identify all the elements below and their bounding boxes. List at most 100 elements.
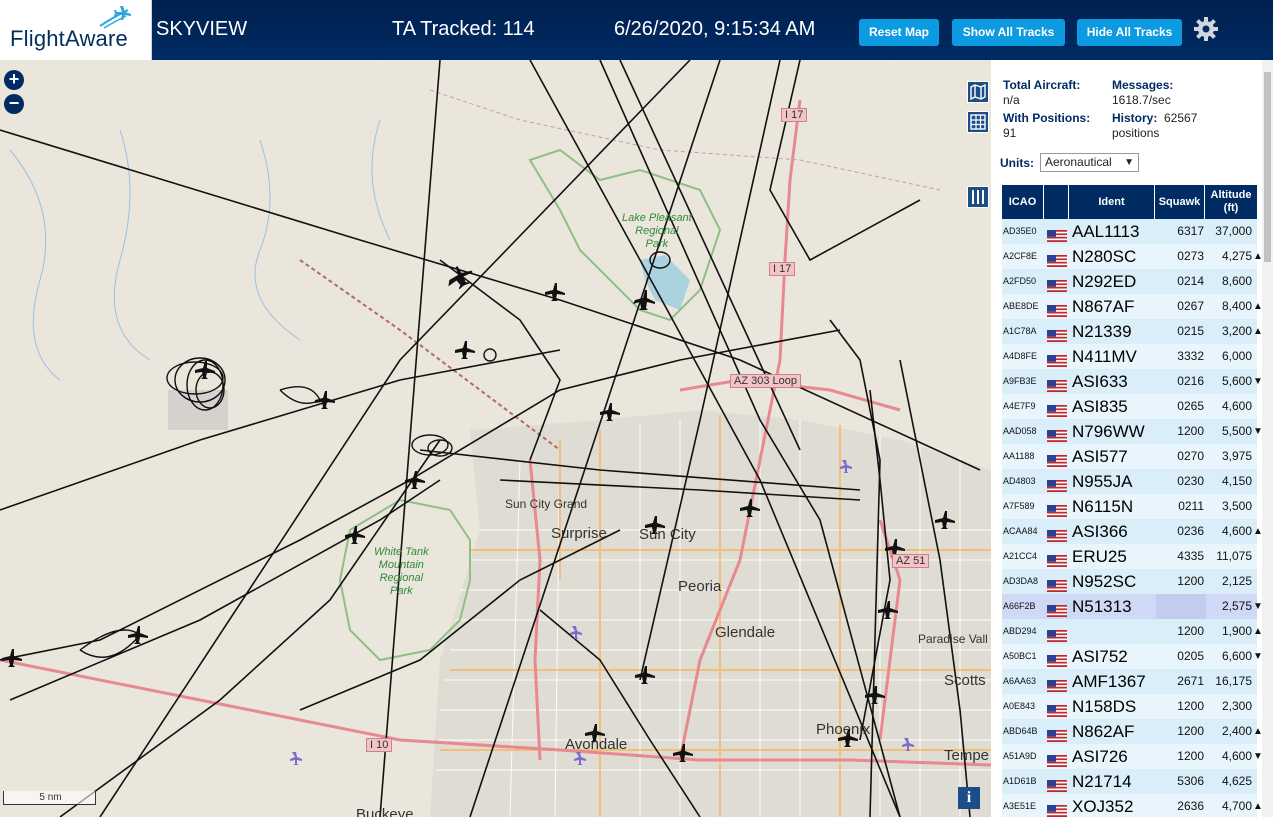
us-flag-icon xyxy=(1047,276,1067,292)
table-row[interactable]: A2CF8E N280SC 0273 4,275 ▲ xyxy=(1002,244,1263,269)
table-row[interactable]: A1D61B N21714 5306 4,625 xyxy=(1002,769,1257,794)
reset-map-button[interactable]: Reset Map xyxy=(859,19,939,46)
col-ident[interactable]: Ident xyxy=(1069,185,1155,219)
table-row[interactable]: AAD058 N796WW 1200 5,500 ▼ xyxy=(1002,419,1263,444)
units-select[interactable]: Aeronautical ▼ xyxy=(1040,153,1139,172)
icao-cell: A51A9D xyxy=(1003,751,1037,761)
with-positions-label: With Positions: xyxy=(1003,111,1091,125)
altitude-cell: 3,500 xyxy=(1221,499,1252,513)
icao-cell: A66F2B xyxy=(1003,601,1036,611)
icao-cell: A9FB3E xyxy=(1003,376,1037,386)
table-row[interactable]: AA1188 ASI577 0270 3,975 xyxy=(1002,444,1257,469)
table-header: ICAO Ident Squawk Altitude (ft) xyxy=(1002,185,1257,219)
ident-cell: ASI726 xyxy=(1072,747,1128,766)
ident-cell: N955JA xyxy=(1072,472,1133,491)
altitude-cell: 5,600 xyxy=(1221,374,1252,388)
zoom-out-button[interactable]: − xyxy=(4,94,24,114)
us-flag-icon xyxy=(1047,551,1067,567)
altitude-cell: 1,900 xyxy=(1221,624,1252,638)
park-label-line: Regional xyxy=(379,572,424,584)
us-flag-icon xyxy=(1047,476,1067,492)
ident-cell: XOJ352 xyxy=(1072,797,1134,816)
ident-cell: N51313 xyxy=(1072,597,1132,616)
squawk-cell: 0205 xyxy=(1177,649,1204,663)
aircraft-marker xyxy=(315,391,335,409)
flightaware-logo[interactable]: FlightAware xyxy=(0,0,152,60)
table-row[interactable]: ACAA84 ASI366 0236 4,600 ▲ xyxy=(1002,519,1263,544)
icao-cell: A2CF8E xyxy=(1003,251,1038,261)
ident-cell: N411MV xyxy=(1072,347,1137,366)
table-row[interactable]: A4E7F9 ASI835 0265 4,600 xyxy=(1002,394,1257,419)
altitude-cell: 37,000 xyxy=(1215,224,1252,238)
table-row[interactable]: A50BC1 ASI752 0205 6,600 ▼ xyxy=(1002,644,1263,669)
icao-cell: A6AA63 xyxy=(1003,676,1037,686)
table-row[interactable]: A51A9D ASI726 1200 4,600 ▼ xyxy=(1002,744,1263,769)
table-row[interactable]: A6AA63 AMF1367 2671 16,175 xyxy=(1002,669,1257,694)
aircraft-marker xyxy=(128,626,148,644)
squawk-cell: 3332 xyxy=(1177,349,1204,363)
ident-cell: ASI633 xyxy=(1072,372,1128,391)
altitude-cell: 2,125 xyxy=(1221,574,1252,588)
us-flag-icon xyxy=(1047,701,1067,717)
ident-cell: N280SC xyxy=(1072,247,1137,266)
altitude-cell: 8,600 xyxy=(1221,274,1252,288)
park-label-line: Park xyxy=(390,585,413,597)
table-row[interactable]: A2FD50 N292ED 0214 8,600 xyxy=(1002,269,1257,294)
col-altitude[interactable]: Altitude (ft) xyxy=(1205,185,1257,219)
messages-value: 1618.7/sec xyxy=(1112,93,1171,107)
table-row[interactable]: A3E51E XOJ352 2636 4,700 ▲ xyxy=(1002,794,1263,817)
col-icao[interactable]: ICAO xyxy=(1002,185,1044,219)
gear-icon[interactable] xyxy=(1193,16,1219,42)
zoom-in-button[interactable]: + xyxy=(4,70,24,90)
map-label-lake-pleasant: Lake Pleasant Regional Park xyxy=(622,212,692,251)
tracked-count: TA Tracked: 114 xyxy=(392,18,535,40)
map-view[interactable]: Sun City Grand Surprise Sun City Peoria … xyxy=(0,60,991,817)
us-flag-icon xyxy=(1047,626,1067,642)
table-row[interactable]: A66F2B N51313 2,575 ▼ xyxy=(1002,594,1263,619)
urban-area xyxy=(430,410,991,817)
grid-icon xyxy=(970,114,986,130)
show-all-tracks-button[interactable]: Show All Tracks xyxy=(952,19,1065,46)
table-row[interactable]: A1C78A N21339 0215 3,200 ▲ xyxy=(1002,319,1263,344)
table-row[interactable]: ABE8DE N867AF 0267 8,400 ▲ xyxy=(1002,294,1263,319)
ident-cell: ASI752 xyxy=(1072,647,1128,666)
us-flag-icon xyxy=(1047,501,1067,517)
scrollbar-thumb[interactable] xyxy=(1264,72,1271,262)
app-title: SKYVIEW xyxy=(156,18,248,40)
col-squawk[interactable]: Squawk xyxy=(1155,185,1205,219)
table-body: AD35E0 AAL1113 6317 37,000 A2CF8E N280SC 0273 4… xyxy=(1002,219,1263,817)
caret-down-icon: ▼ xyxy=(1124,157,1134,168)
icao-cell: ABD64B xyxy=(1003,726,1038,736)
messages-label: Messages: xyxy=(1112,78,1174,92)
ident-cell: ASI835 xyxy=(1072,397,1128,416)
units-label: Units: xyxy=(1000,156,1034,170)
toggle-sidebar-button[interactable] xyxy=(967,186,989,208)
table-row[interactable]: ABD64B N862AF 1200 2,400 ▲ xyxy=(1002,719,1263,744)
ident-cell: N862AF xyxy=(1072,722,1135,741)
table-row[interactable]: ABD294 1200 1,900 ▲ xyxy=(1002,619,1263,644)
aircraft-marker xyxy=(545,283,565,301)
range-rings-button[interactable] xyxy=(967,111,989,133)
total-aircraft-label: Total Aircraft: xyxy=(1003,78,1081,92)
us-flag-icon xyxy=(1047,776,1067,792)
hide-all-tracks-button[interactable]: Hide All Tracks xyxy=(1077,19,1182,46)
table-row[interactable]: AD3DA8 N952SC 1200 2,125 xyxy=(1002,569,1257,594)
squawk-cell: 1200 xyxy=(1177,724,1204,738)
icao-cell: A1D61B xyxy=(1003,776,1037,786)
total-aircraft-value: n/a xyxy=(1003,93,1020,107)
info-button[interactable]: i xyxy=(958,787,980,809)
map-layers-button[interactable] xyxy=(967,81,989,103)
table-row[interactable]: A7F589 N6115N 0211 3,500 xyxy=(1002,494,1257,519)
map-label-tempe: Tempe xyxy=(944,747,990,764)
altitude-cell: 8,400 xyxy=(1221,299,1252,313)
table-row[interactable]: AD4803 N955JA 0230 4,150 xyxy=(1002,469,1257,494)
table-row[interactable]: A4D8FE N411MV 3332 6,000 xyxy=(1002,344,1257,369)
icao-cell: ACAA84 xyxy=(1003,526,1038,536)
table-row[interactable]: A21CC4 ERU25 4335 11,075 xyxy=(1002,544,1257,569)
table-row[interactable]: A0E843 N158DS 1200 2,300 xyxy=(1002,694,1257,719)
col-flag[interactable] xyxy=(1044,185,1069,219)
table-row[interactable]: AD35E0 AAL1113 6317 37,000 xyxy=(1002,219,1257,244)
table-row[interactable]: A9FB3E ASI633 0216 5,600 ▼ xyxy=(1002,369,1263,394)
aircraft-table: ICAO Ident Squawk Altitude (ft) AD35E0 AA… xyxy=(1002,185,1263,817)
park-label-line: Regional xyxy=(635,225,679,237)
